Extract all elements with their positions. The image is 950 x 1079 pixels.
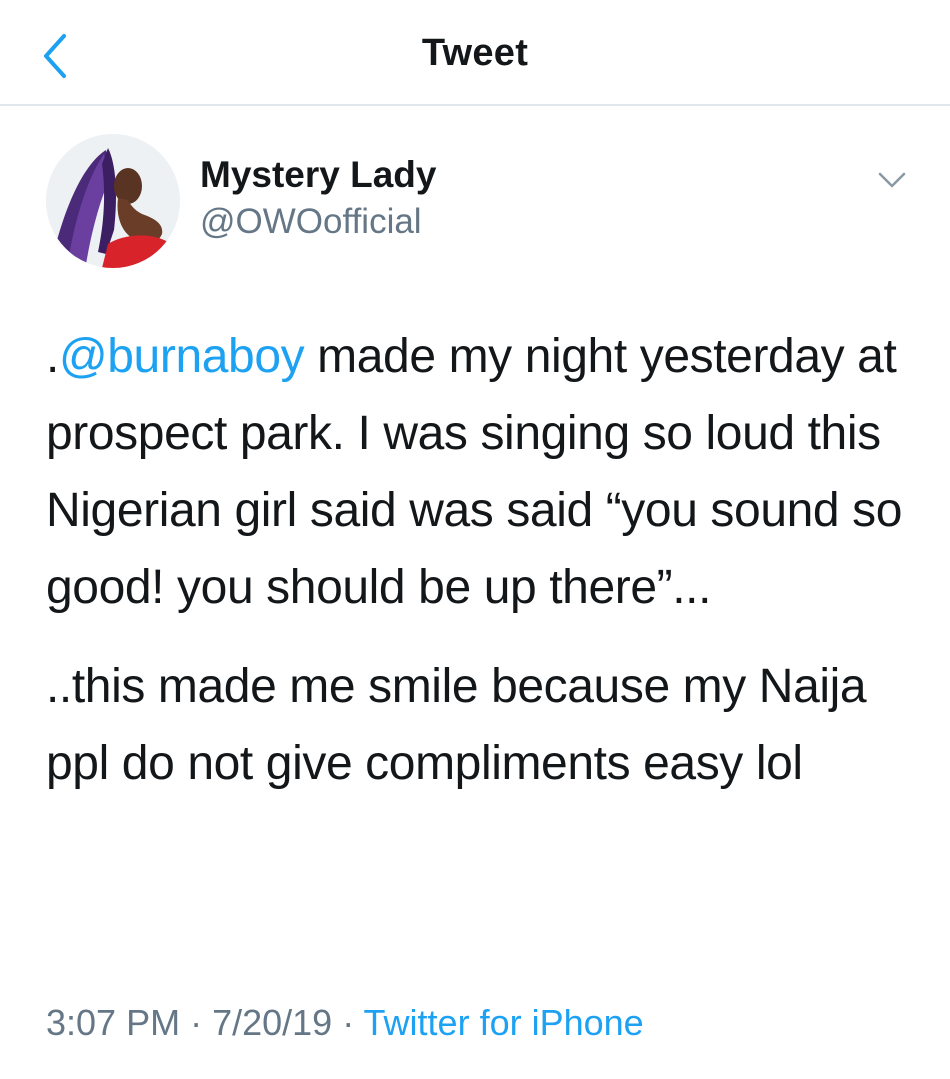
mention-link[interactable]: @burnaboy xyxy=(59,330,305,383)
tweet-meta: 3:07 PM · 7/20/19 · Twitter for iPhone xyxy=(46,1002,644,1044)
tweet-text-prefix: . xyxy=(46,330,59,383)
page-title: Tweet xyxy=(421,32,529,74)
chevron-down-icon xyxy=(878,172,906,188)
tweet-date: 7/20/19 xyxy=(212,1002,333,1043)
user-display-name[interactable]: Mystery Lady xyxy=(200,154,437,196)
tweet-body: .@burnaboy made my night yesterday at pr… xyxy=(46,318,926,802)
avatar[interactable] xyxy=(46,134,180,268)
tweet-paragraph: .@burnaboy made my night yesterday at pr… xyxy=(46,318,926,626)
profile-photo xyxy=(46,134,180,268)
more-options-button[interactable] xyxy=(872,162,912,198)
tweet-time: 3:07 PM xyxy=(46,1002,181,1043)
meta-separator: · xyxy=(332,1002,364,1043)
tweet-paragraph: ..this made me smile because my Naija pp… xyxy=(46,660,867,790)
nav-header: Tweet xyxy=(0,0,950,106)
meta-separator: · xyxy=(180,1002,213,1043)
tweet-source-link[interactable]: Twitter for iPhone xyxy=(364,1002,644,1043)
user-handle[interactable]: @OWOofficial xyxy=(200,202,422,242)
